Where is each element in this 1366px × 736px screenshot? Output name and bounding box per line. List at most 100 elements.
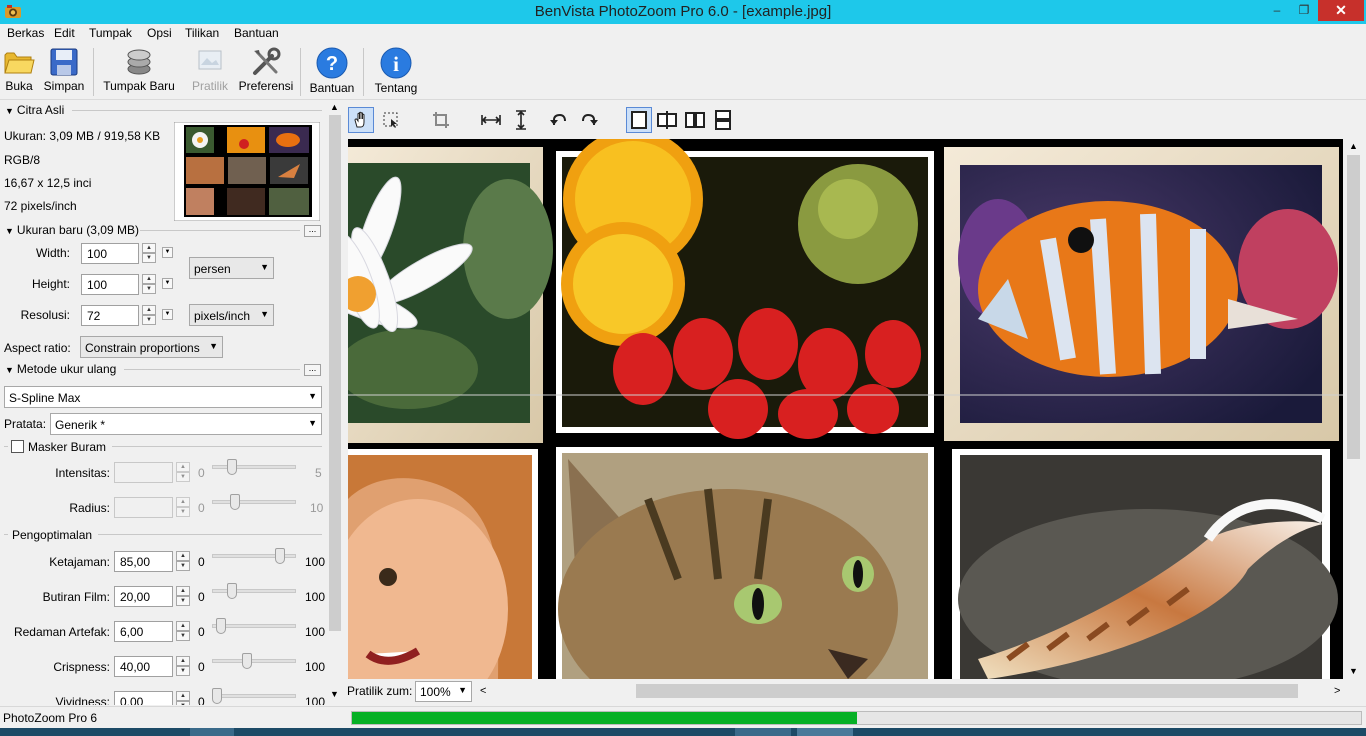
radius-slider-thumb[interactable] [230,494,240,510]
preset-select[interactable]: Generik * ▼ [50,413,322,435]
scroll-right-icon[interactable]: > [1334,685,1340,697]
vividness-input[interactable]: 0,00 [114,691,173,705]
intensitas-slider-track[interactable] [212,465,296,469]
redaman-artefak-spinner[interactable]: ▲ ▼ [176,621,190,642]
resolusi-input[interactable]: 72 [81,305,139,326]
butiran-film-slider-track[interactable] [212,589,296,593]
ukuran-baru-header[interactable]: ▼ Ukuran baru (3,09 MB) [5,223,139,237]
ketajaman-input[interactable]: 85,00 [114,551,173,572]
crop-button[interactable] [428,107,454,133]
masker-checkbox[interactable] [11,440,24,453]
spin-up-icon[interactable]: ▲ [142,274,156,284]
spin-up-icon[interactable]: ▲ [142,305,156,315]
spin-up-icon[interactable]: ▲ [176,586,190,596]
menu-tumpak[interactable]: Tumpak [89,26,132,40]
panel-scrollbar-thumb[interactable] [329,115,341,631]
menu-berkas[interactable]: Berkas [7,26,44,40]
buka-button[interactable]: Buka [2,47,36,99]
height-input[interactable]: 100 [81,274,139,295]
spin-up-icon[interactable]: ▲ [176,691,190,701]
taskbar-item[interactable] [735,728,791,736]
resolusi-unit-select[interactable]: pixels/inch ▼ [189,304,274,326]
vividness-slider-track[interactable] [212,694,296,698]
horizontal-scrollbar-thumb[interactable] [636,684,1298,698]
canvas-vertical-scrollbar[interactable]: ▲ ▼ [1345,139,1362,679]
width-dropdown-button[interactable]: ▼ [162,247,173,258]
spin-up-icon[interactable]: ▲ [176,621,190,631]
butiran-film-input[interactable]: 20,00 [114,586,173,607]
spin-down-icon[interactable]: ▼ [142,315,156,325]
spin-down-icon[interactable]: ▼ [176,507,190,517]
menu-tilikan[interactable]: Tilikan [185,26,219,40]
vividness-spinner[interactable]: ▲▼ [176,691,190,705]
spin-up-icon[interactable]: ▲ [176,497,190,507]
ukuran-more-button[interactable]: ... [304,225,321,237]
single-view-button[interactable] [626,107,652,133]
resize-method-select[interactable]: S-Spline Max ▼ [4,386,322,408]
crispness-slider-thumb[interactable] [242,653,252,669]
taskbar-item[interactable] [797,728,853,736]
intensitas-input[interactable] [114,462,173,483]
intensitas-spinner[interactable]: ▲ ▼ [176,462,190,483]
panel-scrollbar[interactable]: ▲ ▼ [327,101,343,705]
spin-down-icon[interactable]: ▼ [142,253,156,263]
taskbar-item[interactable] [190,728,234,736]
scroll-up-icon[interactable]: ▲ [1349,141,1358,151]
butiran-film-slider-thumb[interactable] [227,583,237,599]
spin-down-icon[interactable]: ▼ [176,561,190,571]
spin-up-icon[interactable]: ▲ [142,243,156,253]
radius-spinner[interactable]: ▲ ▼ [176,497,190,518]
spin-down-icon[interactable]: ▼ [176,596,190,606]
metode-header[interactable]: ▼ Metode ukur ulang [5,362,116,376]
vividness-slider-thumb[interactable] [212,688,222,704]
maximize-button[interactable]: ❐ [1291,0,1317,21]
simpan-button[interactable]: Simpan [42,47,86,99]
menu-bantuan[interactable]: Bantuan [234,26,279,40]
stacked-view-button[interactable] [710,107,736,133]
crispness-input[interactable]: 40,00 [114,656,173,677]
spin-up-icon[interactable]: ▲ [176,656,190,666]
split-view-button[interactable] [654,107,680,133]
butiran-film-spinner[interactable]: ▲ ▼ [176,586,190,607]
spin-up-icon[interactable]: ▲ [176,551,190,561]
citra-asli-header[interactable]: ▼ Citra Asli [5,103,64,117]
side-by-side-button[interactable] [682,107,708,133]
scroll-up-icon[interactable]: ▲ [330,102,339,112]
size-unit-select[interactable]: persen ▼ [189,257,274,279]
image-preview-canvas[interactable] [348,139,1343,679]
scroll-down-icon[interactable]: ▼ [330,689,339,699]
radius-slider-track[interactable] [212,500,296,504]
height-dropdown-button[interactable]: ▼ [162,278,173,289]
resolusi-dropdown-button[interactable]: ▼ [162,309,173,320]
minimize-button[interactable]: – [1264,0,1290,21]
redaman-artefak-input[interactable]: 6,00 [114,621,173,642]
tumpak-baru-button[interactable]: Tumpak Baru [102,47,176,99]
spin-down-icon[interactable]: ▼ [176,472,190,482]
close-button[interactable]: ✕ [1318,0,1364,21]
selection-tool-button[interactable] [378,107,404,133]
redaman-artefak-slider-thumb[interactable] [216,618,226,634]
hand-tool-button[interactable] [348,107,374,133]
spin-down-icon[interactable]: ▼ [176,631,190,641]
resolusi-spinner[interactable]: ▲ ▼ [142,305,156,326]
pratilik-button[interactable]: Pratilik [190,47,230,99]
aspect-ratio-select[interactable]: Constrain proportions ▼ [80,336,223,358]
spin-down-icon[interactable]: ▼ [176,701,190,705]
preferensi-button[interactable]: Preferensi [238,47,294,99]
crispness-slider-track[interactable] [212,659,296,663]
width-spinner[interactable]: ▲ ▼ [142,243,156,264]
tentang-button[interactable]: i Tentang [372,47,420,99]
intensitas-slider-thumb[interactable] [227,459,237,475]
ketajaman-slider-thumb[interactable] [275,548,285,564]
rotate-right-button[interactable] [576,107,602,133]
radius-input[interactable] [114,497,173,518]
height-spinner[interactable]: ▲ ▼ [142,274,156,295]
metode-more-button[interactable]: ... [304,364,321,376]
width-input[interactable]: 100 [81,243,139,264]
spin-down-icon[interactable]: ▼ [142,284,156,294]
flip-vertical-button[interactable] [508,107,534,133]
menu-edit[interactable]: Edit [54,26,75,40]
spin-down-icon[interactable]: ▼ [176,666,190,676]
menu-opsi[interactable]: Opsi [147,26,172,40]
spin-up-icon[interactable]: ▲ [176,462,190,472]
